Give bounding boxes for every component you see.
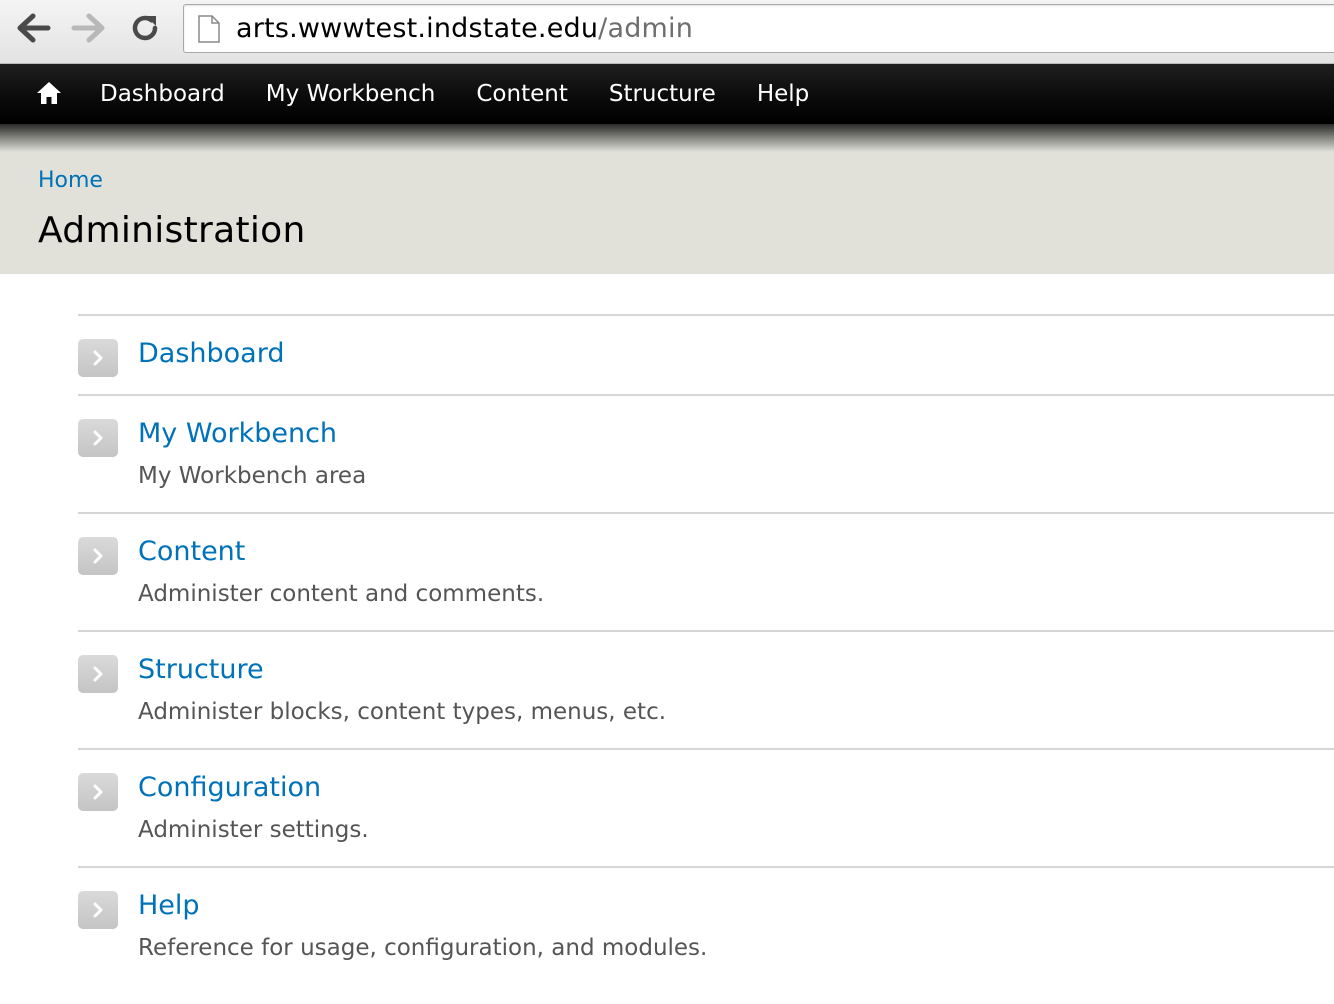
address-bar[interactable]: arts.wwwtest.indstate.edu/admin [183, 4, 1334, 53]
browser-chrome: arts.wwwtest.indstate.edu/admin [0, 0, 1334, 64]
chevron-right-icon[interactable] [78, 773, 118, 811]
url-host: arts.wwwtest.indstate.edu [236, 13, 599, 44]
chevron-right-icon[interactable] [78, 655, 118, 693]
chevron-right-icon[interactable] [78, 419, 118, 457]
home-icon[interactable] [36, 81, 62, 105]
breadcrumb-home-link[interactable]: Home [38, 168, 103, 193]
chevron-right-icon[interactable] [78, 339, 118, 377]
admin-item-content: Content Administer content and comments. [78, 514, 1334, 632]
admin-link-structure[interactable]: Structure [138, 654, 264, 685]
url-path: /admin [598, 13, 694, 44]
admin-link-help[interactable]: Help [138, 890, 200, 921]
chevron-right-icon[interactable] [78, 537, 118, 575]
forward-arrow-icon[interactable] [70, 10, 106, 46]
admin-desc-help: Reference for usage, configuration, and … [138, 935, 708, 961]
admin-desc-structure: Administer blocks, content types, menus,… [138, 699, 667, 725]
page-title: Administration [38, 210, 306, 251]
admin-item-my-workbench: My Workbench My Workbench area [78, 396, 1334, 514]
toolbar-item-structure[interactable]: Structure [609, 81, 716, 107]
back-arrow-icon[interactable] [16, 10, 52, 46]
admin-item-structure: Structure Administer blocks, content typ… [78, 632, 1334, 750]
admin-toolbar: Dashboard My Workbench Content Structure… [0, 64, 1334, 124]
page-header: Home Administration [0, 124, 1334, 274]
admin-link-configuration[interactable]: Configuration [138, 772, 321, 803]
toolbar-item-help[interactable]: Help [757, 81, 809, 107]
admin-desc-configuration: Administer settings. [138, 817, 369, 843]
admin-desc-content: Administer content and comments. [138, 581, 545, 607]
admin-desc-my-workbench: My Workbench area [138, 463, 367, 489]
toolbar-shadow [0, 124, 1334, 152]
url-text[interactable]: arts.wwwtest.indstate.edu/admin [236, 12, 693, 46]
admin-link-my-workbench[interactable]: My Workbench [138, 418, 337, 449]
toolbar-item-my-workbench[interactable]: My Workbench [266, 81, 436, 107]
reload-icon[interactable] [127, 10, 163, 46]
admin-item-help: Help Reference for usage, configuration,… [78, 868, 1334, 986]
chevron-right-icon[interactable] [78, 891, 118, 929]
toolbar-item-dashboard[interactable]: Dashboard [100, 81, 225, 107]
admin-link-content[interactable]: Content [138, 536, 245, 567]
admin-link-dashboard[interactable]: Dashboard [138, 338, 284, 369]
toolbar-item-content[interactable]: Content [476, 81, 567, 107]
admin-item-configuration: Configuration Administer settings. [78, 750, 1334, 868]
toolbar-menu: Dashboard My Workbench Content Structure… [100, 64, 850, 124]
admin-item-dashboard: Dashboard [78, 316, 1334, 396]
admin-menu-list: Dashboard My Workbench My Workbench area… [78, 314, 1334, 986]
page-icon [198, 15, 220, 47]
